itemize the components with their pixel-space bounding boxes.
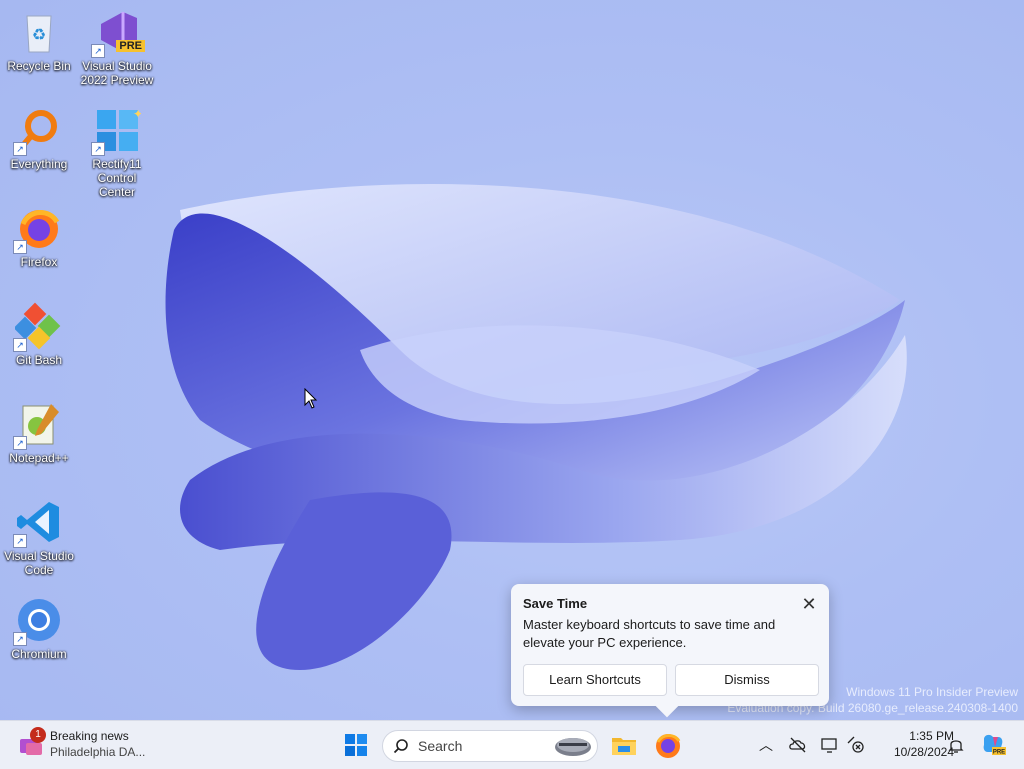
news-headline: Breaking news <box>50 729 129 743</box>
start-icon <box>345 734 367 756</box>
preview-badge: PRE <box>116 40 145 52</box>
news-widget[interactable]: 1 Breaking news Philadelphia DA... <box>16 727 176 763</box>
svg-text:✦: ✦ <box>133 107 141 121</box>
start-button[interactable] <box>340 729 372 761</box>
file-explorer-button[interactable] <box>608 729 640 761</box>
desktop-icon-everything[interactable]: ↗ Everything <box>1 106 77 171</box>
desktop-icon-label: Chromium <box>11 647 67 661</box>
desktop-icon-firefox[interactable]: ↗ Firefox <box>1 204 77 269</box>
desktop-icon-label: Recycle Bin <box>7 59 71 73</box>
notification-title: Save Time <box>523 596 588 611</box>
search-highlight-icon <box>555 738 591 756</box>
mouse-cursor-icon <box>304 388 318 409</box>
desktop-icon-label: Visual Studio Code <box>4 549 74 577</box>
notepadpp-icon: ↗ <box>13 400 63 450</box>
rectify11-icon: ✦ ↗ <box>91 106 143 156</box>
shortcut-arrow-icon: ↗ <box>13 240 27 254</box>
svg-text:♻: ♻ <box>32 27 46 44</box>
firefox-icon: ↗ <box>13 204 63 254</box>
desktop-icon-vscode[interactable]: ↗ Visual Studio Code <box>1 498 77 577</box>
visual-studio-icon: PRE ↗ <box>91 8 145 58</box>
desktop-icon-rectify11[interactable]: ✦ ↗ Rectify11 Control Center <box>79 106 155 199</box>
taskbar: 1 Breaking news Philadelphia DA... Searc… <box>0 720 1024 769</box>
shortcut-arrow-icon: ↗ <box>91 142 105 156</box>
firefox-taskbar-button[interactable] <box>652 729 684 761</box>
news-subtitle: Philadelphia DA... <box>50 745 146 759</box>
chevron-up-icon[interactable]: ︿ <box>756 735 776 755</box>
save-time-notification: Save Time ✕ Master keyboard shortcuts to… <box>511 584 829 706</box>
system-clock[interactable]: 1:35 PM 10/28/2024 <box>866 728 954 760</box>
network-error-icon[interactable] <box>846 735 866 755</box>
shortcut-arrow-icon: ↗ <box>13 142 27 156</box>
shortcut-arrow-icon: ↗ <box>13 534 27 548</box>
chromium-icon: ↗ <box>13 596 63 646</box>
display-icon[interactable] <box>820 735 840 755</box>
close-icon[interactable]: ✕ <box>799 594 819 614</box>
desktop-icon-visual-studio-preview[interactable]: PRE ↗ Visual Studio 2022 Preview <box>79 8 155 87</box>
clock-date: 10/28/2024 <box>893 745 954 759</box>
clock-time: 1:35 PM <box>909 729 954 743</box>
desktop-icon-recycle-bin[interactable]: ♻ Recycle Bin <box>1 8 77 73</box>
copilot-icon[interactable]: PRE <box>980 731 1006 757</box>
shortcut-arrow-icon: ↗ <box>13 338 27 352</box>
desktop-icon-git-bash[interactable]: ↗ Git Bash <box>1 302 77 367</box>
desktop-icon-label: Visual Studio 2022 Preview <box>80 59 154 87</box>
desktop-icon-label: Firefox <box>20 255 58 269</box>
notification-bell-icon[interactable] <box>946 735 966 755</box>
notification-body: Master keyboard shortcuts to save time a… <box>523 617 776 650</box>
shortcut-arrow-icon: ↗ <box>13 436 27 450</box>
shortcut-arrow-icon: ↗ <box>91 44 105 58</box>
git-bash-icon: ↗ <box>13 302 63 352</box>
taskbar-search-box[interactable]: Search <box>382 730 598 762</box>
desktop-icon-label: Git Bash <box>15 353 63 367</box>
search-placeholder: Search <box>418 738 463 754</box>
desktop-icon-chromium[interactable]: ↗ Chromium <box>1 596 77 661</box>
recycle-bin-icon: ♻ <box>15 8 63 56</box>
learn-shortcuts-button[interactable]: Learn Shortcuts <box>523 664 667 696</box>
notification-count-badge: 1 <box>30 727 46 743</box>
desktop-icon-label: Notepad++ <box>9 451 69 465</box>
dismiss-button[interactable]: Dismiss <box>675 664 819 696</box>
firefox-icon <box>656 734 681 758</box>
desktop-icon-notepadpp[interactable]: ↗ Notepad++ <box>1 400 77 465</box>
file-explorer-icon <box>612 738 636 755</box>
shortcut-arrow-icon: ↗ <box>13 632 27 646</box>
search-icon <box>393 739 408 754</box>
desktop-icon-label: Everything <box>10 157 68 171</box>
vscode-icon: ↗ <box>13 498 63 548</box>
onedrive-offline-icon[interactable] <box>788 735 808 755</box>
everything-search-icon: ↗ <box>13 106 63 156</box>
desktop-icon-label: Rectify11 Control Center <box>92 157 142 199</box>
svg-text:PRE: PRE <box>993 750 1005 756</box>
